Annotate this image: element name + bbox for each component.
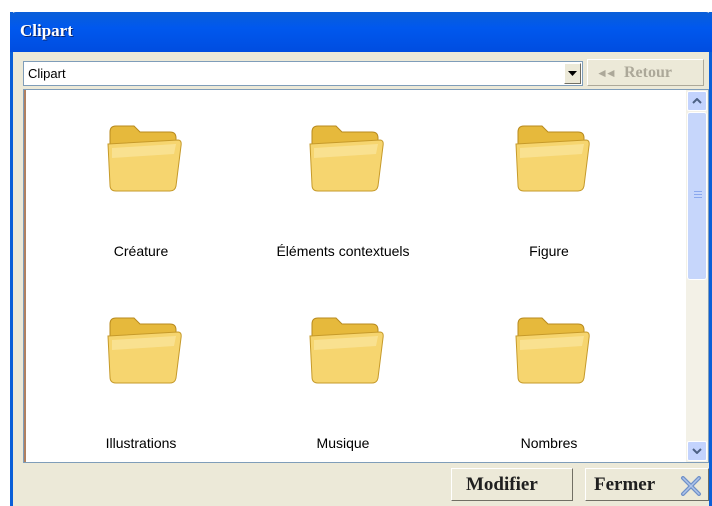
chevron-down-icon [692, 448, 702, 454]
vertical-scrollbar[interactable] [686, 90, 708, 462]
folder-view[interactable]: Créature Éléments contextuels Figure Ill… [23, 89, 709, 463]
folder-label: Illustrations [105, 435, 177, 451]
modify-button-label: Modifier [466, 474, 538, 495]
folder-icon [107, 125, 182, 192]
modify-button[interactable]: Modifier [451, 468, 573, 501]
folder-icon [309, 317, 384, 384]
grip-icon [694, 191, 702, 199]
scroll-thumb[interactable] [687, 112, 707, 280]
folder-icon [515, 125, 590, 192]
folder-icon [107, 317, 182, 384]
close-button[interactable]: Fermer [585, 468, 709, 501]
folder-item[interactable]: Figure [464, 98, 634, 268]
scroll-down-button[interactable] [687, 441, 707, 461]
category-combo[interactable]: Clipart [23, 61, 583, 86]
category-combo-value: Clipart [28, 66, 66, 81]
window-title: Clipart [20, 21, 73, 40]
back-button[interactable]: ◄◄ Retour [587, 59, 704, 86]
chevron-down-icon [568, 71, 577, 76]
folder-item[interactable]: Illustrations [56, 290, 226, 460]
back-button-label: Retour [624, 64, 672, 81]
folder-label: Nombres [520, 435, 578, 451]
folder-label: Musique [316, 435, 370, 451]
folder-item[interactable]: Éléments contextuels [258, 98, 428, 268]
close-x-icon [681, 476, 701, 496]
folder-icon [515, 317, 590, 384]
folder-item[interactable]: Musique [258, 290, 428, 460]
chevron-up-icon [692, 98, 702, 104]
folder-grid: Créature Éléments contextuels Figure Ill… [24, 90, 686, 462]
title-bar[interactable]: Clipart [10, 12, 712, 52]
combo-dropdown-button[interactable] [564, 63, 581, 84]
folder-icon [309, 125, 384, 192]
folder-item[interactable]: Créature [56, 98, 226, 268]
folder-item[interactable]: Nombres [464, 290, 634, 460]
double-left-arrow-icon: ◄◄ [596, 66, 617, 80]
clipart-dialog: Clipart Clipart ◄◄ Retour Créature Éléme… [10, 12, 712, 506]
folder-label: Éléments contextuels [276, 243, 410, 259]
folder-label: Figure [529, 243, 569, 259]
folder-label: Créature [113, 243, 169, 259]
close-button-label: Fermer [594, 474, 656, 495]
scroll-up-button[interactable] [687, 91, 707, 111]
